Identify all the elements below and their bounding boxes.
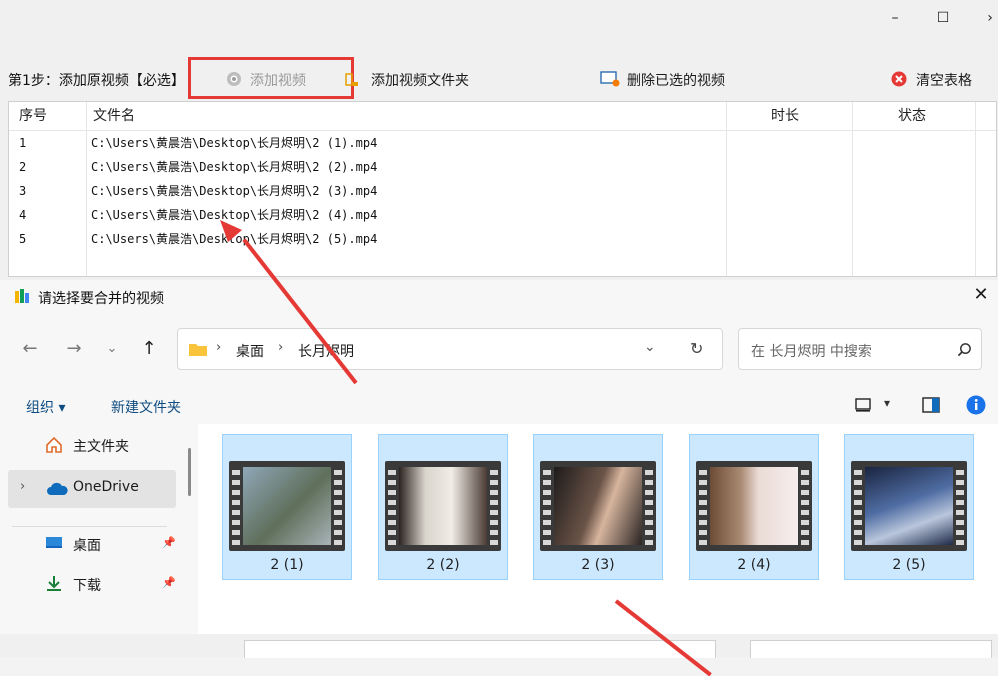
file-type-select[interactable]	[750, 640, 992, 658]
address-bar[interactable]: › 桌面 › 长月烬明 ⌄ ↻	[177, 328, 723, 370]
row-index: 2	[19, 160, 27, 174]
search-icon[interactable]	[957, 342, 972, 357]
sidebar-item-downloads[interactable]: 下载 📌	[45, 572, 185, 598]
clear-table-label: 清空表格	[916, 73, 972, 89]
pin-icon[interactable]: 📌	[162, 536, 176, 549]
video-thumbnail	[540, 461, 656, 551]
expand-chevron-icon[interactable]: ›	[20, 479, 25, 494]
help-icon[interactable]	[966, 395, 986, 415]
desktop-icon	[46, 537, 62, 548]
col-header-status[interactable]: 状态	[898, 102, 926, 130]
recent-locations-button[interactable]: ⌄	[100, 341, 124, 356]
sidebar-divider	[12, 526, 167, 527]
dialog-title: 请选择要合并的视频	[38, 291, 164, 307]
close-window-button[interactable]: ›	[975, 6, 998, 30]
sidebar-item-label: 桌面	[73, 538, 101, 554]
pin-icon[interactable]: 📌	[162, 576, 176, 589]
clear-icon	[891, 71, 907, 87]
dialog-close-button[interactable]: ✕	[968, 284, 994, 305]
new-folder-button[interactable]: 新建文件夹	[111, 397, 181, 417]
sidebar-item-label: 下载	[73, 578, 101, 594]
video-file-tile[interactable]: 2 (1)	[222, 434, 352, 580]
organize-menu[interactable]: 组织 ▾	[26, 397, 65, 417]
table-row[interactable]: 2 C:\Users\黄晨浩\Desktop\长月烬明\2 (2).mp4	[9, 155, 996, 179]
breadcrumb-desktop[interactable]: 桌面	[236, 341, 264, 361]
back-button[interactable]: ←	[18, 338, 42, 359]
navigation-pane: 主文件夹 › OneDrive 桌面 📌 下载 📌	[0, 428, 195, 657]
row-index: 3	[19, 184, 27, 198]
breadcrumb-separator: ›	[216, 340, 222, 355]
col-header-index[interactable]: 序号	[19, 102, 47, 130]
sidebar-item-home[interactable]: 主文件夹	[45, 434, 185, 460]
download-icon	[47, 576, 61, 591]
file-name: 2 (1)	[270, 557, 304, 573]
table-row[interactable]: 3 C:\Users\黄晨浩\Desktop\长月烬明\2 (3).mp4	[9, 179, 996, 203]
file-name: 2 (3)	[581, 557, 615, 573]
file-name: 2 (4)	[737, 557, 771, 573]
video-thumbnail	[696, 461, 812, 551]
annotation-arrowhead	[220, 220, 242, 242]
home-icon	[46, 436, 62, 453]
video-file-tile[interactable]: 2 (5)	[844, 434, 974, 580]
preview-pane-icon[interactable]	[922, 397, 940, 413]
video-file-tile[interactable]: 2 (4)	[689, 434, 819, 580]
row-index: 4	[19, 208, 27, 222]
file-list: 2 (1) 2 (2) 2 (3) 2 (4) 2 (5)	[198, 424, 998, 634]
forward-button[interactable]: →	[62, 338, 86, 359]
view-options-icon[interactable]	[855, 398, 871, 412]
sidebar-item-label: OneDrive	[73, 479, 139, 495]
file-name-input[interactable]	[244, 640, 716, 658]
delete-icon	[600, 71, 620, 87]
folder-add-icon	[345, 73, 358, 86]
delete-selected-label: 删除已选的视频	[627, 73, 725, 89]
video-thumbnail	[229, 461, 345, 551]
add-folder-label: 添加视频文件夹	[371, 73, 469, 89]
app-logo-icon	[15, 289, 29, 303]
col-header-filename[interactable]: 文件名	[93, 102, 135, 130]
minimize-button[interactable]: –	[880, 6, 910, 30]
sidebar-scrollbar[interactable]	[188, 448, 191, 496]
table-row[interactable]: 1 C:\Users\黄晨浩\Desktop\长月烬明\2 (1).mp4	[9, 131, 996, 155]
add-video-label: 添加视频	[250, 73, 306, 89]
dialog-footer	[0, 634, 998, 658]
step-label: 第1步：添加原视频【必选】	[8, 73, 185, 89]
sidebar-item-desktop[interactable]: 桌面 📌	[45, 532, 185, 558]
col-header-duration[interactable]: 时长	[771, 102, 799, 130]
row-filename: C:\Users\黄晨浩\Desktop\长月烬明\2 (2).mp4	[91, 160, 378, 174]
chevron-down-icon[interactable]: ⌄	[644, 339, 656, 355]
row-index: 1	[19, 136, 27, 150]
search-placeholder: 在 长月烬明 中搜索	[751, 344, 872, 360]
command-bar: 组织 ▾ 新建文件夹 ▾	[0, 388, 998, 424]
refresh-icon[interactable]: ↻	[690, 339, 703, 358]
table-row[interactable]: 4 C:\Users\黄晨浩\Desktop\长月烬明\2 (4).mp4	[9, 203, 996, 227]
search-box[interactable]: 在 长月烬明 中搜索	[738, 328, 982, 370]
file-name: 2 (5)	[892, 557, 926, 573]
video-table: 序号 文件名 时长 状态 1 C:\Users\黄晨浩\Desktop\长月烬明…	[8, 101, 997, 277]
up-button[interactable]: ↑	[137, 338, 161, 359]
video-thumbnail	[851, 461, 967, 551]
video-thumbnail	[385, 461, 501, 551]
sidebar-item-onedrive[interactable]: › OneDrive	[8, 470, 176, 508]
video-file-tile[interactable]: 2 (2)	[378, 434, 508, 580]
video-file-tile[interactable]: 2 (3)	[533, 434, 663, 580]
row-filename: C:\Users\黄晨浩\Desktop\长月烬明\2 (1).mp4	[91, 136, 378, 150]
cloud-icon	[47, 482, 68, 495]
row-index: 5	[19, 232, 27, 246]
maximize-button[interactable]: ☐	[928, 6, 958, 30]
add-circle-icon	[227, 72, 241, 86]
view-dropdown-icon[interactable]: ▾	[884, 396, 890, 410]
file-open-dialog: 请选择要合并的视频 ✕ ← → ⌄ ↑ › 桌面 › 长月烬明 ⌄ ↻ 在 长月…	[0, 280, 998, 658]
folder-icon	[189, 344, 207, 356]
file-name: 2 (2)	[426, 557, 460, 573]
row-filename: C:\Users\黄晨浩\Desktop\长月烬明\2 (3).mp4	[91, 184, 378, 198]
table-row[interactable]: 5 C:\Users\黄晨浩\Desktop\长月烬明\2 (5).mp4	[9, 227, 996, 251]
breadcrumb-separator: ›	[278, 340, 284, 355]
app-window: – ☐ › 第1步：添加原视频【必选】 添加视频 添加视频文件夹 删除已选的视频…	[0, 0, 998, 280]
sidebar-item-label: 主文件夹	[73, 439, 129, 455]
